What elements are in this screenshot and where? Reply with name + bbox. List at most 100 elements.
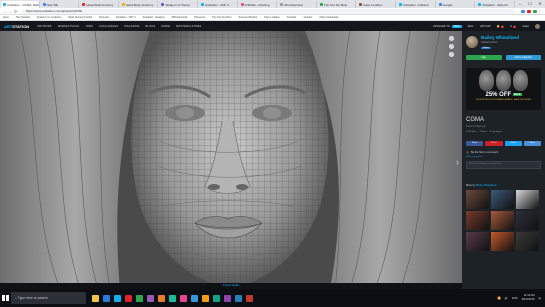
nav-item-blogs[interactable]: BLOGS <box>146 25 156 28</box>
email-share-button[interactable]: Share <box>523 141 541 146</box>
taskbar-app-icon[interactable] <box>191 294 198 302</box>
taskbar-app-icon[interactable] <box>158 294 165 302</box>
bookmark-item[interactable]: Artstation - Drawing <box>143 16 165 19</box>
browser-tab[interactable]: Artstation - Elite Art <box>476 1 515 8</box>
bookmark-item[interactable]: The Top Ten Best <box>212 16 231 19</box>
bookmark-item[interactable]: Face Lookdev <box>264 16 280 19</box>
taskbar-app-icon[interactable] <box>224 294 231 302</box>
follow-pill[interactable]: Follow <box>481 47 491 49</box>
nav-item-jobs[interactable]: JOBS <box>85 25 93 28</box>
pinterest-share-button[interactable]: Pin it <box>485 141 503 146</box>
artwork-thumbnail[interactable] <box>491 190 514 209</box>
artwork-viewer[interactable]: + ⤢ ⋮ › Artwork details <box>0 31 462 289</box>
artist-avatar[interactable] <box>466 36 478 48</box>
sale-ad-banner[interactable]: 25% OFF SALE SCULPTING & TEXTURING HEADS… <box>466 68 541 110</box>
more-by-artist-link[interactable]: Bailey Wheatland <box>476 184 496 187</box>
browser-tab[interactable]: Dribbble - Drawing <box>238 1 278 8</box>
next-artwork-arrow[interactable]: › <box>456 157 459 167</box>
taskbar-app-icon[interactable] <box>114 294 121 302</box>
artwork-thumbnail[interactable] <box>491 211 514 230</box>
url-input[interactable]: https://www.artstation.com/artwork/yGK5E <box>22 8 515 14</box>
taskbar-app-icon[interactable] <box>246 294 253 302</box>
extension-icon[interactable] <box>521 9 525 13</box>
taskbar-app-icon[interactable] <box>202 294 209 302</box>
messages-icon[interactable]: ✉ 1 <box>510 25 517 28</box>
minimize-icon[interactable]: – <box>515 0 525 8</box>
browser-tab[interactable]: New Tab <box>40 1 80 8</box>
browser-tab[interactable]: Hand-Body Anatomy <box>119 1 159 8</box>
taskbar-search-input[interactable]: ⌕ Type here to search <box>11 292 86 304</box>
artwork-thumbnail[interactable] <box>491 232 514 251</box>
bookmark-item[interactable]: Head Cloning Tutorial <box>68 16 92 19</box>
fullscreen-icon[interactable]: ⤢ <box>449 44 454 49</box>
write-comment-link[interactable]: Write a comment <box>466 156 541 158</box>
browser-tab[interactable]: Artstation - Rakesh <box>397 1 436 8</box>
user-avatar[interactable] <box>535 23 540 29</box>
bookmark-item[interactable]: Other bookmarks <box>319 16 338 19</box>
bookmark-item[interactable]: ZBrushcentral <box>172 16 188 19</box>
sell-link[interactable]: SELL <box>468 25 474 28</box>
reload-icon[interactable]: ⟳ <box>13 9 18 14</box>
bookmark-item[interactable]: Artstation - Will Yi <box>116 16 136 19</box>
maximize-icon[interactable]: ☐ <box>525 0 535 8</box>
browser-tab[interactable]: Weapon of Choice <box>159 1 199 8</box>
username[interactable]: Adam <box>522 25 529 28</box>
clock[interactable]: 11:14 AM 08/11/2019 <box>522 294 535 301</box>
browser-menu-icon[interactable]: ⋮ <box>537 9 542 14</box>
nav-item-masterclasses[interactable]: MASTERCLASSES <box>176 25 201 28</box>
volume-icon[interactable]: 🔊 <box>505 297 508 300</box>
extension-icon[interactable] <box>527 9 531 13</box>
taskbar-app-icon[interactable] <box>147 294 154 302</box>
browser-tab[interactable]: Google <box>436 1 476 8</box>
artwork-thumbnail[interactable] <box>466 211 489 230</box>
artist-name[interactable]: Bailey Wheatland <box>481 35 519 40</box>
taskbar-app-icon[interactable] <box>125 294 132 302</box>
browser-tab[interactable]: Head-Skull Anatomy <box>80 1 119 8</box>
taskbar-app-icon[interactable] <box>103 294 110 302</box>
upload-link[interactable]: UPLOAD <box>480 25 491 28</box>
browser-tab[interactable]: Artstation - Will Yi... <box>199 1 238 8</box>
comment-input[interactable]: Add your feedback, ask questions... <box>466 161 541 169</box>
artwork-thumbnail[interactable] <box>516 211 539 230</box>
browser-tab[interactable]: The Top Ten Best <box>317 1 357 8</box>
nav-item-more[interactable]: MORE <box>161 25 170 28</box>
bookmark-item[interactable]: Tutorials <box>287 16 297 19</box>
browser-tab[interactable]: Face Lookdev <box>357 1 397 8</box>
browser-tab[interactable]: Artstation - CGMA, Bailey Wheat... <box>1 1 40 8</box>
bookmark-item[interactable]: Scanned Models <box>238 16 257 19</box>
nav-item-challenges[interactable]: CHALLENGES <box>99 25 118 28</box>
notifications-icon[interactable]: 🔔 3 <box>497 25 504 28</box>
add-to-collection-button[interactable]: Add to collection <box>505 55 541 60</box>
artwork-thumbnail[interactable] <box>516 232 539 251</box>
taskbar-app-icon[interactable] <box>92 294 99 302</box>
bookmark-item[interactable]: Anatomy for sculptors <box>37 16 61 19</box>
artwork-thumbnail[interactable] <box>516 190 539 209</box>
network-icon[interactable]: 📶 <box>498 297 501 300</box>
browser-tab[interactable]: Zbrushcentral <box>278 1 317 8</box>
language-indicator[interactable]: ENG <box>512 297 518 300</box>
taskbar-app-icon[interactable] <box>213 294 220 302</box>
zoom-in-icon[interactable]: + <box>449 36 454 41</box>
taskbar-app-icon[interactable] <box>235 294 242 302</box>
nav-item-marketplace[interactable]: MARKETPLACE <box>58 25 80 28</box>
bookmark-item[interactable]: Pinterest <box>99 16 109 19</box>
upgrade-link[interactable]: UPGRADE TO PRO <box>427 24 462 28</box>
bookmark-item[interactable]: Apps <box>3 16 9 19</box>
artstation-logo[interactable]: ARTSTATION <box>4 24 29 29</box>
bookmark-item[interactable]: Youtube <box>303 16 312 19</box>
bookmark-item[interactable]: Polycount <box>194 16 205 19</box>
windows-start-button[interactable] <box>0 289 11 307</box>
like-button[interactable]: Like <box>466 55 502 60</box>
taskbar-app-icon[interactable] <box>169 294 176 302</box>
twitter-share-button[interactable]: Tweet <box>504 141 522 146</box>
nav-item-magazine[interactable]: MAGAZINE <box>124 25 139 28</box>
facebook-share-button[interactable]: Share <box>466 141 484 146</box>
taskbar-app-icon[interactable] <box>180 294 187 302</box>
bookmark-item[interactable]: Top Tutorials <box>16 16 30 19</box>
artwork-thumbnail[interactable] <box>466 232 489 251</box>
close-icon[interactable]: ✕ <box>535 0 545 8</box>
taskbar-app-icon[interactable] <box>136 294 143 302</box>
artwork-thumbnail[interactable] <box>466 190 489 209</box>
nav-item-artwork[interactable]: ARTWORK <box>37 25 52 28</box>
notifications-center-icon[interactable]: ▤ <box>539 297 541 300</box>
